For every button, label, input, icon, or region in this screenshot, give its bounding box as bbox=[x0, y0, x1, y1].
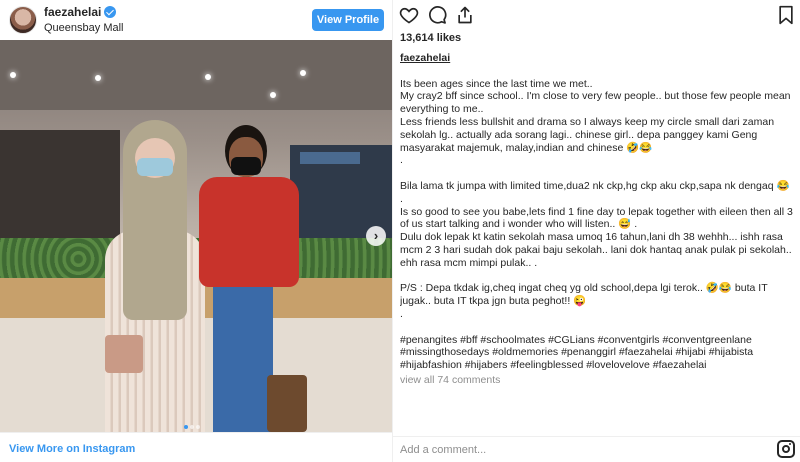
caption: faezahelai Its been ages since the last … bbox=[400, 52, 795, 426]
caption-spacer bbox=[400, 65, 795, 78]
caption-line: P/S : Depa tkdak ig,cheq ingat cheq yg o… bbox=[400, 282, 771, 308]
view-profile-button[interactable]: View Profile bbox=[312, 9, 384, 31]
view-more-link[interactable]: View More on Instagram bbox=[9, 443, 135, 455]
post-photo[interactable]: › bbox=[0, 40, 392, 432]
embed-left-panel: faezahelai Queensbay Mall View Profile ›… bbox=[0, 0, 392, 462]
location[interactable]: Queensbay Mall bbox=[44, 22, 124, 34]
comment-input[interactable] bbox=[400, 442, 740, 458]
person-right-mask bbox=[231, 157, 261, 175]
ceiling-light bbox=[270, 92, 276, 98]
caption-line bbox=[400, 167, 795, 180]
ceiling-light bbox=[95, 75, 101, 81]
caption-line: Is so good to see you babe,lets find 1 f… bbox=[400, 205, 793, 231]
caption-line: Its been ages since the last time we met… bbox=[400, 77, 593, 90]
action-bar bbox=[393, 0, 800, 30]
username-row[interactable]: faezahelai bbox=[44, 5, 117, 19]
person-right-top bbox=[199, 177, 299, 287]
person-left-mask bbox=[137, 158, 173, 176]
caption-line: . bbox=[400, 307, 403, 320]
avatar[interactable] bbox=[9, 6, 37, 34]
carousel-dot bbox=[196, 425, 200, 429]
caption-line: . bbox=[400, 154, 403, 167]
person-right-jeans bbox=[213, 285, 273, 432]
username[interactable]: faezahelai bbox=[44, 5, 101, 19]
hashtags[interactable]: #penangites #bff #schoolmates #CGLians #… bbox=[400, 334, 795, 372]
view-comments-link[interactable]: view all 74 comments bbox=[400, 374, 795, 387]
share-icon[interactable] bbox=[455, 5, 475, 25]
photo-ceiling bbox=[0, 40, 392, 110]
caption-author[interactable]: faezahelai bbox=[400, 52, 450, 65]
ceiling-light bbox=[300, 70, 306, 76]
bookmark-icon[interactable] bbox=[776, 5, 796, 25]
carousel-dot bbox=[190, 425, 194, 429]
ceiling-light bbox=[205, 74, 211, 80]
instagram-icon[interactable] bbox=[777, 440, 795, 458]
comment-icon[interactable] bbox=[427, 5, 447, 25]
ceiling-light bbox=[10, 72, 16, 78]
caption-line bbox=[400, 270, 795, 283]
caption-line: Less friends less bullshit and drama so … bbox=[400, 115, 777, 154]
person-right-handbag bbox=[267, 375, 307, 432]
chevron-right-icon[interactable]: › bbox=[366, 226, 386, 246]
like-count[interactable]: 13,614 likes bbox=[400, 32, 461, 44]
caption-line: My cray2 bff since school.. I'm close to… bbox=[400, 90, 794, 116]
person-left-handbag bbox=[105, 335, 143, 373]
caption-line: Bila lama tk jumpa with limited time,dua… bbox=[400, 179, 790, 192]
caption-line: . bbox=[400, 192, 403, 205]
embed-footer: View More on Instagram bbox=[0, 432, 392, 462]
caption-line: Dulu dok lepak kt katin sekolah masa umo… bbox=[400, 231, 795, 269]
carousel-dot bbox=[184, 425, 188, 429]
post-header: faezahelai Queensbay Mall View Profile bbox=[0, 0, 392, 40]
person-right bbox=[195, 125, 315, 432]
heart-icon[interactable] bbox=[399, 5, 419, 25]
caption-line bbox=[400, 321, 795, 334]
carousel-dots bbox=[183, 416, 201, 432]
comment-bar bbox=[393, 436, 800, 462]
embed-right-panel: 13,614 likes faezahelai Its been ages si… bbox=[392, 0, 800, 462]
verified-badge-icon bbox=[104, 6, 117, 18]
